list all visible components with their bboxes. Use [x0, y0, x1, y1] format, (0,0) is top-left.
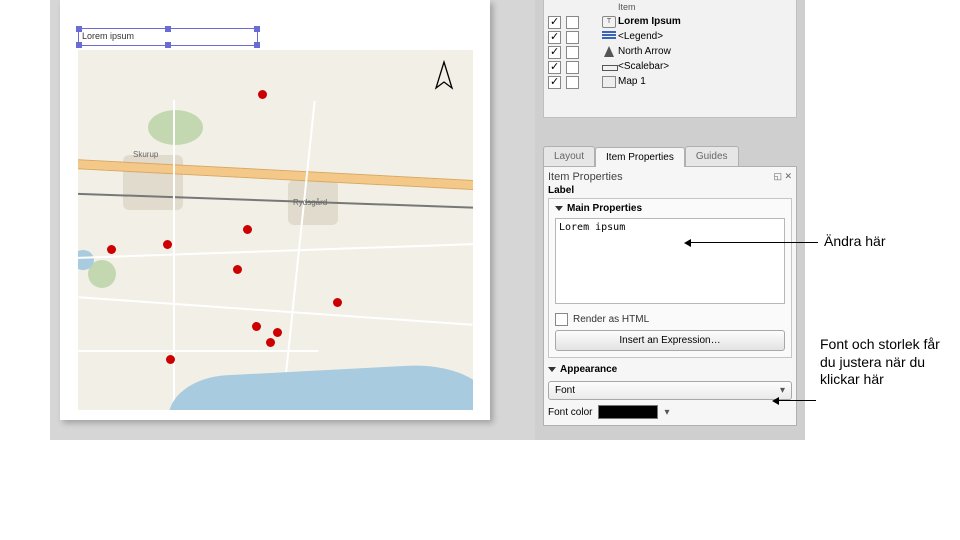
font-selector-label: Font: [555, 385, 575, 396]
text-item-icon: T: [602, 16, 616, 28]
town-label-rydsgard: Rydsgård: [293, 198, 327, 207]
layer-visibility-checkbox[interactable]: [548, 76, 561, 89]
north-arrow-item-icon: [602, 46, 616, 58]
layer-row-label[interactable]: <Scalebar>: [618, 61, 792, 74]
tab-item-properties[interactable]: Item Properties: [595, 147, 685, 167]
annotation-arrow: [778, 400, 816, 401]
layer-lock-checkbox[interactable]: [566, 16, 579, 29]
layer-visibility-checkbox[interactable]: [548, 46, 561, 59]
panel-controls[interactable]: ◱ ✕: [773, 171, 792, 183]
layer-visibility-checkbox[interactable]: [548, 16, 561, 29]
layer-row-label[interactable]: Lorem Ipsum: [618, 16, 792, 29]
insert-expression-button[interactable]: Insert an Expression…: [555, 330, 785, 351]
layer-visibility-checkbox[interactable]: [548, 31, 561, 44]
layer-row-label[interactable]: Map 1: [618, 76, 792, 89]
scalebar-item-icon: [602, 61, 616, 73]
application-area: Lorem ipsum: [50, 0, 805, 440]
layer-visibility-checkbox[interactable]: [548, 61, 561, 74]
tab-guides[interactable]: Guides: [685, 146, 739, 166]
main-properties-header: Main Properties: [567, 203, 642, 214]
right-docks: Item T Lorem Ipsum <Legend> North Ar: [535, 0, 805, 440]
annotation-text-1: Ändra här: [824, 233, 954, 251]
chevron-down-icon[interactable]: ▾: [664, 407, 669, 418]
tab-layout[interactable]: Layout: [543, 146, 595, 166]
collapse-icon[interactable]: [555, 206, 563, 211]
layer-row-label[interactable]: North Arrow: [618, 46, 792, 59]
font-selector[interactable]: Font ▾: [548, 381, 792, 400]
items-panel: Item T Lorem Ipsum <Legend> North Ar: [543, 0, 797, 118]
town-label-skurup: Skurup: [133, 150, 158, 159]
title-label-text: Lorem ipsum: [82, 31, 134, 41]
layout-canvas[interactable]: Lorem ipsum: [50, 0, 535, 440]
font-color-label: Font color: [548, 407, 592, 418]
annotation-arrow: [690, 242, 818, 243]
item-properties-panel: Item Properties ◱ ✕ Label Main Propertie…: [543, 166, 797, 426]
print-page: Lorem ipsum: [60, 0, 490, 420]
selected-item-type: Label: [548, 185, 792, 196]
chevron-down-icon: ▾: [780, 385, 785, 396]
north-arrow-icon: [430, 60, 458, 98]
render-as-html-label: Render as HTML: [573, 314, 649, 325]
collapse-icon[interactable]: [548, 367, 556, 372]
appearance-header: Appearance: [560, 364, 617, 375]
annotation-text-2: Font och storlek får du justera när du k…: [820, 336, 950, 389]
map-frame[interactable]: Skurup Rydsgård: [78, 50, 473, 410]
map-item-icon: [602, 76, 616, 88]
panel-title-text: Item Properties: [548, 171, 623, 183]
items-column-header: Item: [618, 2, 792, 14]
layer-lock-checkbox[interactable]: [566, 76, 579, 89]
layer-lock-checkbox[interactable]: [566, 31, 579, 44]
properties-tabs: Layout Item Properties Guides: [543, 146, 797, 166]
layer-row-label[interactable]: <Legend>: [618, 31, 792, 44]
main-properties-section: Main Properties Render as HTML Insert an…: [548, 198, 792, 358]
title-label-item[interactable]: Lorem ipsum: [78, 28, 258, 46]
label-text-input[interactable]: [555, 218, 785, 304]
legend-item-icon: [602, 31, 616, 43]
layer-lock-checkbox[interactable]: [566, 46, 579, 59]
font-color-swatch[interactable]: [598, 405, 658, 419]
render-as-html-checkbox[interactable]: [555, 313, 568, 326]
layer-lock-checkbox[interactable]: [566, 61, 579, 74]
